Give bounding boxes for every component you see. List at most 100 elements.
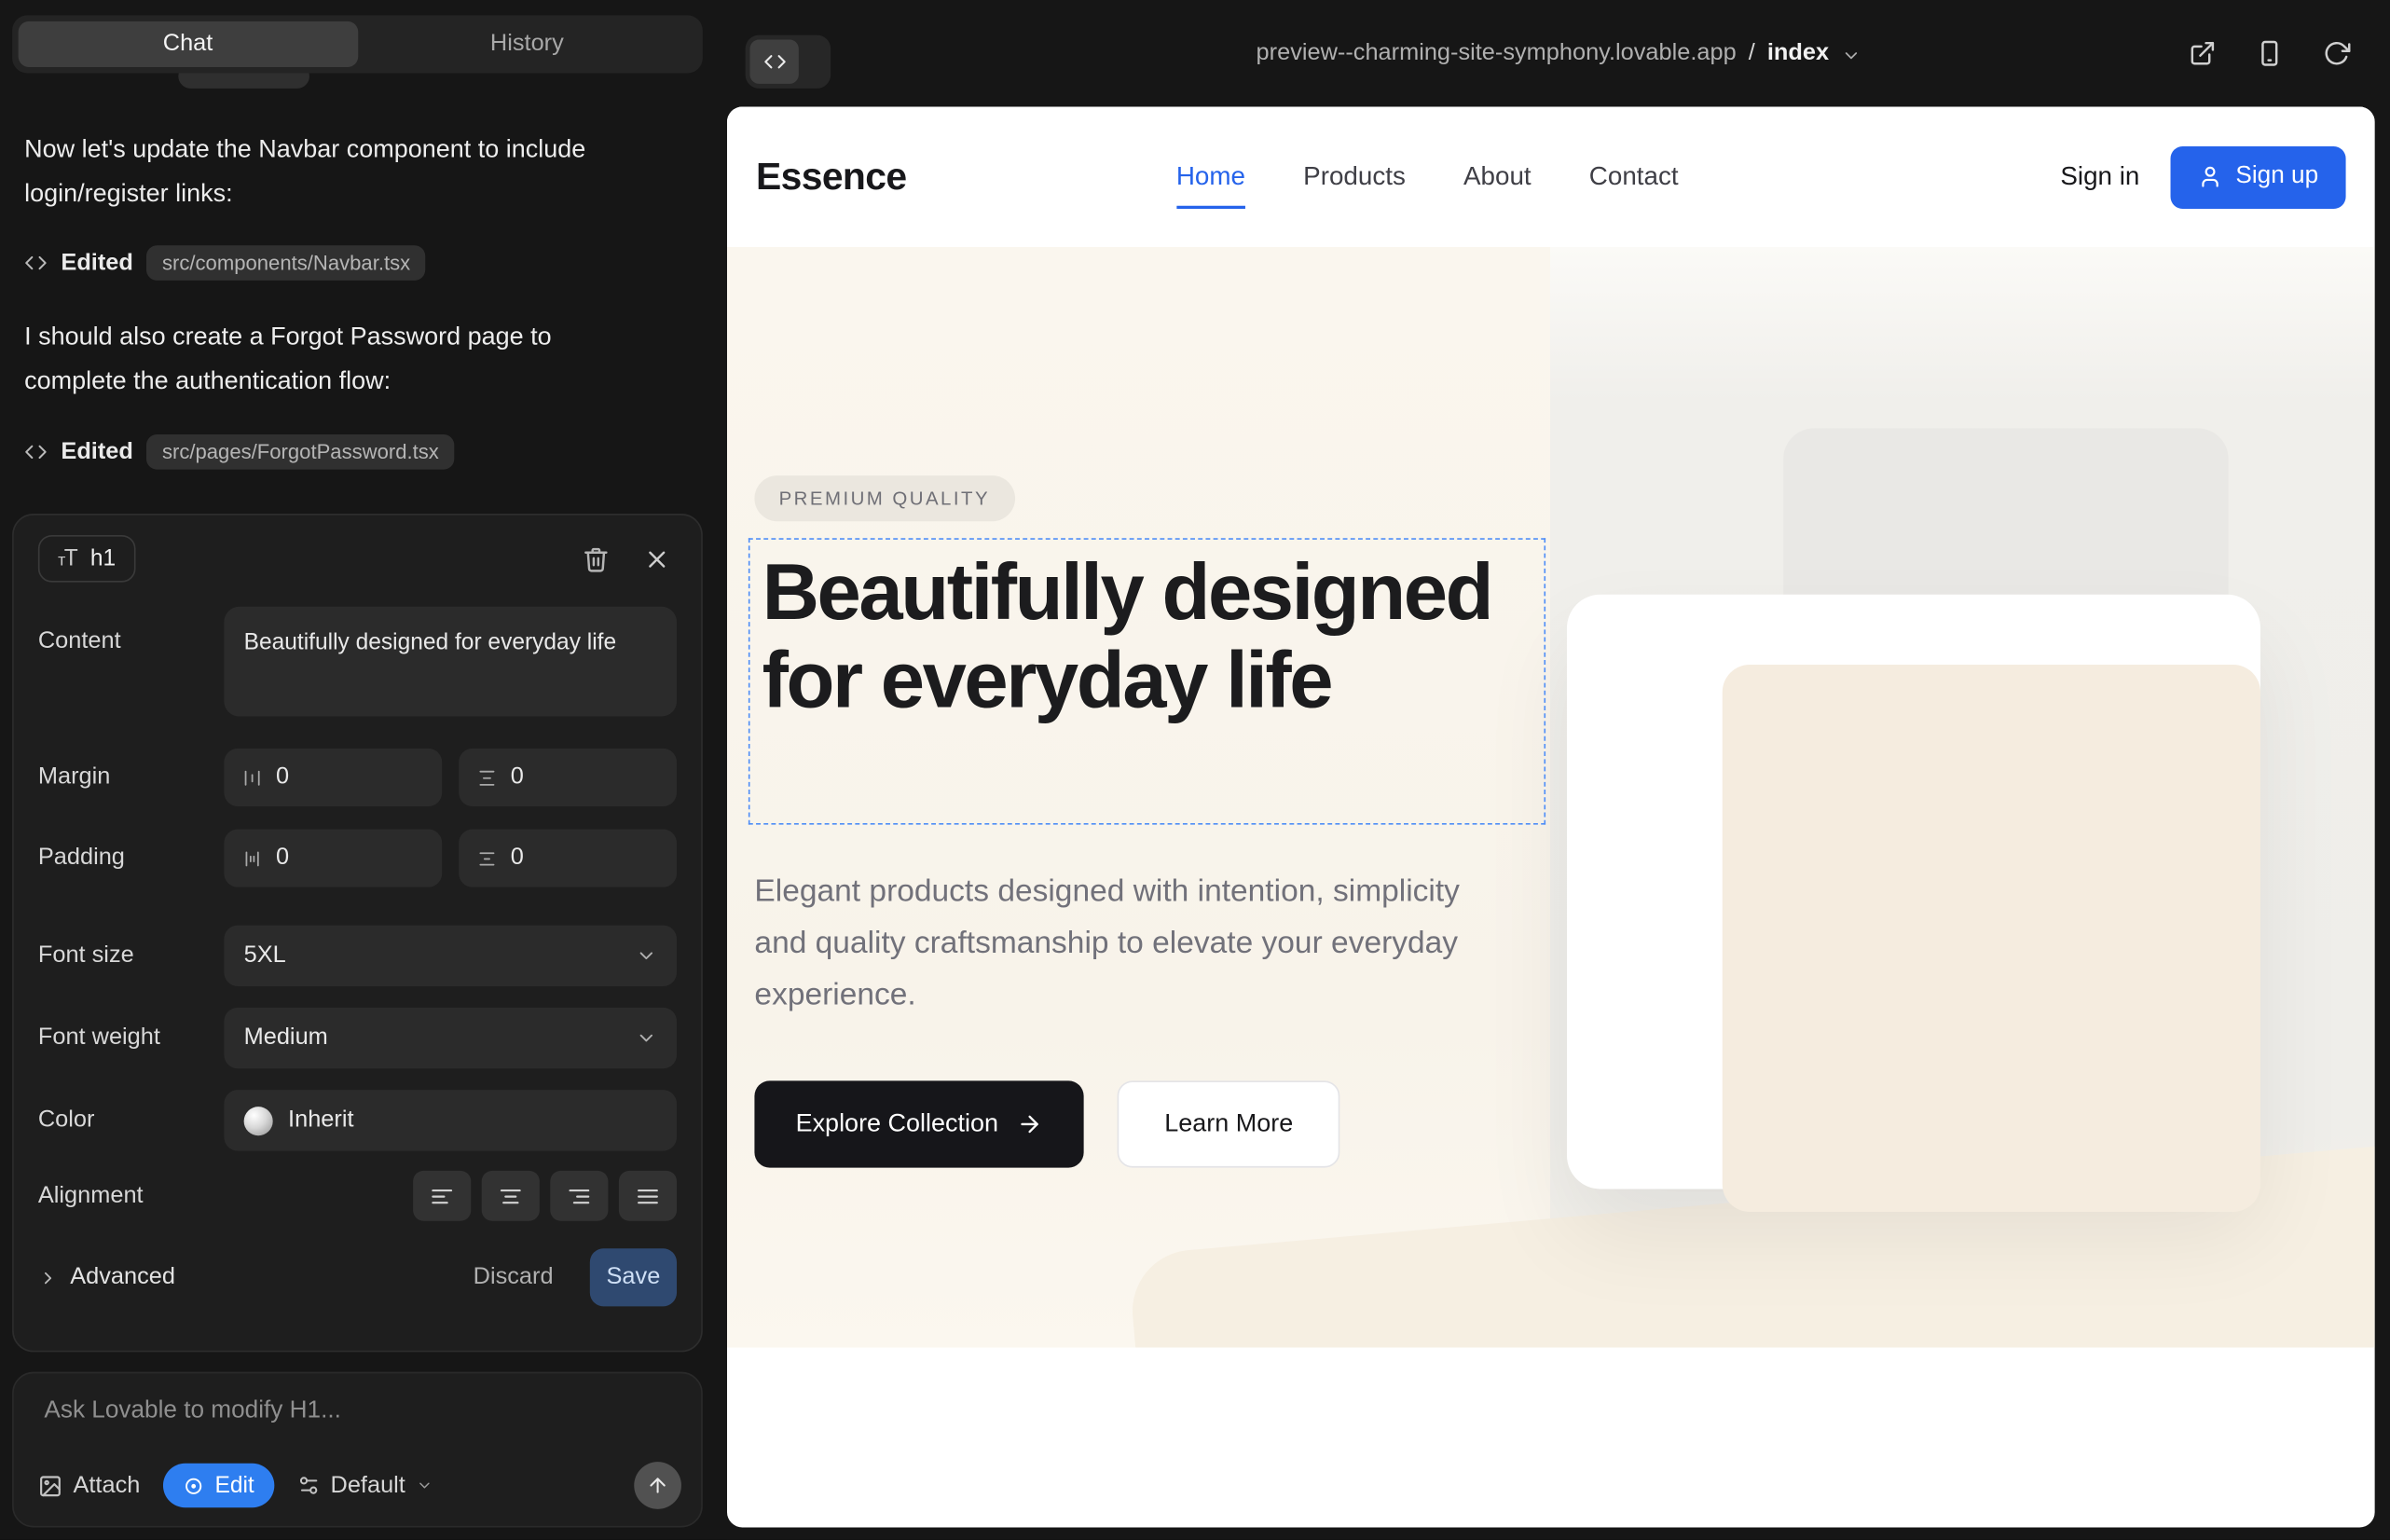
align-center-button[interactable] (482, 1171, 540, 1221)
color-swatch-icon (244, 1106, 273, 1134)
edit-mode-button[interactable]: Edit (163, 1464, 274, 1507)
content-input[interactable]: Beautifully designed for everyday life (224, 607, 677, 717)
nav-link-about[interactable]: About (1463, 161, 1532, 192)
chat-message: I should also create a Forgot Password p… (24, 315, 615, 404)
alignment-row: Alignment (14, 1171, 701, 1221)
align-justify-button[interactable] (619, 1171, 677, 1221)
font-size-label: Font size (38, 942, 224, 969)
nav-link-contact[interactable]: Contact (1589, 161, 1679, 192)
external-link-icon (2189, 40, 2216, 67)
panel-tab-bar: Chat History (12, 15, 703, 73)
chat-input[interactable] (14, 1373, 701, 1443)
edited-file-row: Edited src/pages/ForgotPassword.tsx (24, 434, 454, 470)
color-value: Inherit (288, 1107, 353, 1134)
site-brand[interactable]: Essence (756, 155, 906, 199)
site-preview: Essence Home Products About Contact Sign… (727, 106, 2375, 1527)
margin-x-input[interactable]: 0 (224, 749, 442, 806)
alignment-label: Alignment (38, 1182, 224, 1209)
padding-horizontal-icon (242, 848, 262, 868)
font-size-value: 5XL (244, 942, 286, 969)
chevron-down-icon (636, 1027, 657, 1049)
color-label: Color (38, 1107, 224, 1134)
code-icon (24, 252, 48, 275)
hero-section: PREMIUM QUALITY Beautifully designed for… (727, 247, 2375, 1348)
file-chip[interactable]: src/components/Navbar.tsx (147, 245, 426, 281)
sign-up-label: Sign up (2235, 163, 2318, 190)
decorative-card-beige (1723, 665, 2260, 1212)
site-navbar: Essence Home Products About Contact Sign… (727, 106, 2375, 246)
open-in-new-tab-button[interactable] (2186, 36, 2219, 70)
margin-x-value: 0 (276, 763, 289, 791)
font-size-row: Font size 5XL (14, 926, 701, 986)
app-root: Chat History Now let's update the Navbar… (0, 0, 2390, 1540)
align-left-icon (430, 1184, 454, 1208)
margin-label: Margin (38, 763, 224, 791)
close-editor-button[interactable] (638, 539, 678, 579)
chat-message: Now let's update the Navbar component to… (24, 128, 615, 216)
padding-y-input[interactable]: 0 (459, 830, 677, 887)
refresh-button[interactable] (2320, 36, 2354, 70)
sign-in-button[interactable]: Sign in (2060, 161, 2139, 192)
font-weight-label: Font weight (38, 1024, 224, 1052)
learn-more-button[interactable]: Learn More (1118, 1080, 1340, 1167)
site-nav-links: Home Products About Contact (1176, 161, 1679, 192)
color-select[interactable]: Inherit (224, 1090, 677, 1150)
edit-mode-label: Edit (214, 1473, 254, 1499)
chevron-down-icon (416, 1478, 433, 1494)
tab-chat[interactable]: Chat (19, 21, 358, 67)
attach-button[interactable]: Attach (38, 1472, 140, 1499)
padding-x-value: 0 (276, 845, 289, 872)
url-path: index (1767, 40, 1829, 67)
editor-header: тT h1 (14, 516, 701, 595)
padding-label: Padding (38, 845, 224, 872)
mobile-view-button[interactable] (2253, 36, 2287, 70)
close-icon (643, 545, 670, 572)
align-left-button[interactable] (413, 1171, 471, 1221)
site-nav-actions: Sign in Sign up (2060, 145, 2345, 208)
align-right-button[interactable] (550, 1171, 608, 1221)
align-center-icon (499, 1184, 523, 1208)
typography-icon: тT (58, 545, 76, 571)
smartphone-icon (2256, 40, 2283, 67)
font-weight-row: Font weight Medium (14, 1008, 701, 1068)
font-weight-value: Medium (244, 1024, 328, 1052)
hero-badge: PREMIUM QUALITY (754, 475, 1014, 521)
file-chip[interactable]: src/pages/ForgotPassword.tsx (147, 434, 455, 470)
font-size-select[interactable]: 5XL (224, 926, 677, 986)
composer: Attach Edit Default (12, 1372, 703, 1528)
align-right-icon (567, 1184, 591, 1208)
editor-footer: Advanced Discard Save (14, 1248, 701, 1306)
advanced-label: Advanced (70, 1264, 175, 1291)
arrow-up-icon (646, 1474, 669, 1497)
padding-vertical-icon (477, 848, 497, 868)
nav-link-products[interactable]: Products (1303, 161, 1406, 192)
font-weight-select[interactable]: Medium (224, 1008, 677, 1068)
send-button[interactable] (634, 1462, 681, 1509)
hero-cta-group: Explore Collection Learn More (754, 1080, 1340, 1167)
discard-button[interactable]: Discard (474, 1264, 554, 1291)
content-row: Content Beautifully designed for everyda… (14, 607, 701, 717)
margin-y-value: 0 (511, 763, 524, 791)
tab-history[interactable]: History (357, 21, 696, 67)
delete-element-button[interactable] (576, 539, 616, 579)
save-button[interactable]: Save (590, 1248, 677, 1306)
padding-x-input[interactable]: 0 (224, 830, 442, 887)
sign-up-button[interactable]: Sign up (2170, 145, 2345, 208)
target-icon (183, 1475, 204, 1496)
preview-url: preview--charming-site-symphony.lovable.… (1257, 40, 1737, 67)
chevron-down-icon (636, 945, 657, 967)
advanced-toggle[interactable]: Advanced (38, 1264, 175, 1291)
selected-element-outline[interactable]: Beautifully designed for everyday life (749, 538, 1545, 824)
padding-row: Padding 0 0 (14, 830, 701, 887)
explore-collection-button[interactable]: Explore Collection (754, 1080, 1083, 1167)
color-row: Color Inherit (14, 1090, 701, 1150)
margin-horizontal-icon (242, 767, 262, 787)
edited-label: Edited (61, 438, 132, 465)
nav-link-home[interactable]: Home (1176, 161, 1245, 192)
trash-icon (583, 545, 610, 572)
hero-heading[interactable]: Beautifully designed for everyday life (762, 549, 1535, 726)
code-view-toggle[interactable] (746, 35, 831, 89)
url-bar: preview--charming-site-symphony.lovable.… (727, 0, 2390, 106)
margin-y-input[interactable]: 0 (459, 749, 677, 806)
model-default-button[interactable]: Default (297, 1472, 433, 1499)
